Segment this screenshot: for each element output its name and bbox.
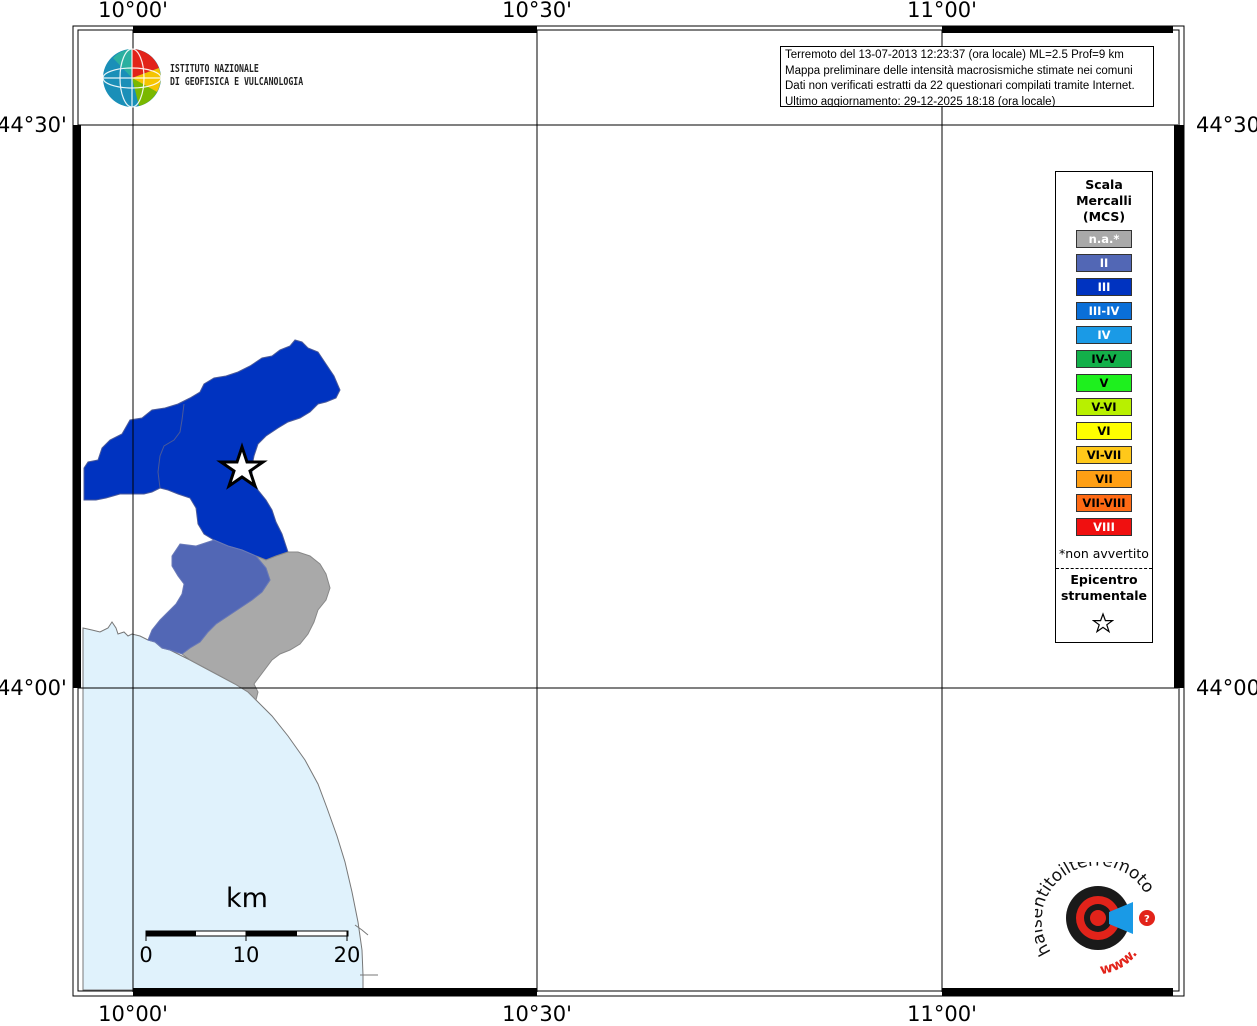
legend-title: Scala Mercalli (MCS) (1056, 177, 1152, 225)
legend-star-icon (1092, 612, 1114, 634)
haisentito-logo: ? haisentitoilterremoto.it www. (1035, 862, 1158, 979)
event-info-box: Terremoto del 13-07-2013 12:23:37 (ora l… (780, 46, 1154, 107)
legend-note: *non avvertito (1059, 546, 1149, 561)
legend-item: VI (1076, 422, 1132, 440)
svg-text:?: ? (1144, 914, 1150, 925)
info-line-1: Terremoto del 13-07-2013 12:23:37 (ora l… (785, 49, 1124, 61)
lon-label-bottom-2: 10°30' (502, 1002, 572, 1026)
legend-item: III (1076, 278, 1132, 296)
legend-item: n.a.* (1076, 230, 1132, 248)
legend-item: IV-V (1076, 350, 1132, 368)
legend-title-line2: Mercalli (1076, 193, 1132, 208)
svg-text:www.: www. (1098, 946, 1140, 979)
lat-label-left-1: 44°30' (0, 113, 67, 137)
legend-epicenter-line2: strumentale (1060, 588, 1148, 603)
lon-label-top-2: 10°30' (502, 0, 572, 22)
logo-prefix-arc: www. (1098, 946, 1140, 979)
lon-label-bottom-3: 11°00' (907, 1002, 977, 1026)
legend-divider (1056, 568, 1152, 569)
ingv-name: ISTITUTO NAZIONALE DI GEOFISICA E VULCAN… (170, 63, 303, 89)
legend-title-line1: Scala (1085, 177, 1123, 192)
legend-title-line3: (MCS) (1082, 209, 1126, 224)
lon-label-bottom-1: 10°00' (98, 1002, 168, 1026)
lat-label-right-2: 44°00' (1196, 676, 1257, 700)
scale-tick-20: 20 (333, 943, 361, 967)
info-line-4: Ultimo aggiornamento: 29-12-2025 18:18 (… (785, 95, 1056, 107)
ingv-name-line2: DI GEOFISICA E VULCANOLOGIA (170, 76, 304, 88)
scale-tick-0: 0 (139, 943, 153, 967)
legend-item: II (1076, 254, 1132, 272)
info-line-3: Dati non verificati estratti da 22 quest… (785, 80, 1135, 92)
info-line-2: Mappa preliminare delle intensità macros… (785, 64, 1133, 77)
legend-item: VI-VII (1076, 446, 1132, 464)
region-intensity-iii (83, 339, 341, 561)
ingv-name-line1: ISTITUTO NAZIONALE (170, 63, 259, 75)
legend-epicenter-label: Epicentro strumentale (1056, 572, 1152, 604)
legend-item: IV (1076, 326, 1132, 344)
legend-item: VII (1076, 470, 1132, 488)
legend-item: V (1076, 374, 1132, 392)
mcs-legend: Scala Mercalli (MCS) n.a.* II III III-IV IV I… (1055, 171, 1153, 643)
lon-label-top-1: 10°00' (98, 0, 168, 22)
scale-unit: km (226, 883, 268, 914)
legend-item: VII-VIII (1076, 494, 1132, 512)
lat-label-right-1: 44°30' (1196, 113, 1257, 137)
scale-tick-10: 10 (232, 943, 260, 967)
legend-epicenter-line1: Epicentro (1070, 572, 1138, 587)
legend-item: V-VI (1076, 398, 1132, 416)
lat-label-left-2: 44°00' (0, 676, 67, 700)
lon-label-top-3: 11°00' (907, 0, 977, 22)
legend-item: III-IV (1076, 302, 1132, 320)
legend-item: VIII (1076, 518, 1132, 536)
